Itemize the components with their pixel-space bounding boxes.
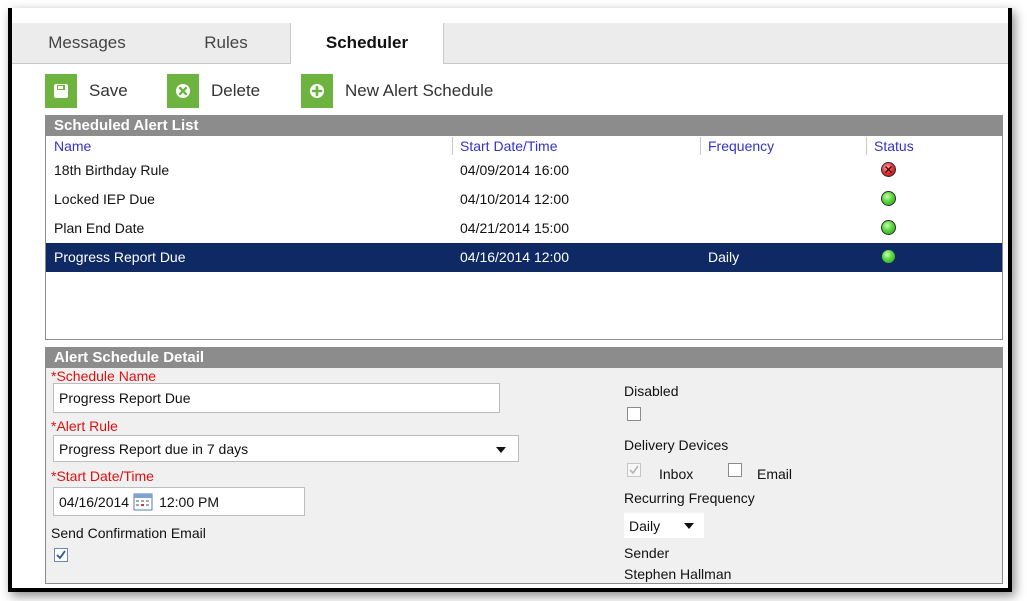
start-time-value: 12:00 PM [159,493,220,510]
alert-rule-select[interactable]: Progress Report due in 7 days [53,435,519,462]
email-checkbox[interactable] [728,463,742,477]
tab-messages[interactable]: Messages [12,23,162,63]
recurring-frequency-value: Daily [629,517,661,534]
start-date-time-input[interactable]: 04/16/2014 12:00 PM [53,487,305,516]
column-header-start[interactable]: Start Date/Time [460,137,558,155]
delivery-devices-label: Delivery Devices [624,437,729,453]
tab-bar: Messages Rules Scheduler [12,23,1008,64]
table-row-selected[interactable]: Progress Report Due 04/16/2014 12:00 Dai… [46,243,1002,272]
new-alert-schedule-label: New Alert Schedule [345,81,494,100]
send-confirmation-checkbox[interactable] [54,548,68,562]
column-divider [452,137,453,155]
table-row[interactable]: Locked IEP Due 04/10/2014 12:00 [46,185,1002,214]
sender-label: Sender [624,545,670,561]
row-start: 04/16/2014 12:00 [460,249,569,265]
row-start: 04/10/2014 12:00 [460,191,569,207]
column-header-frequency[interactable]: Frequency [708,137,774,155]
row-name: Locked IEP Due [54,191,155,207]
row-name: Progress Report Due [54,249,186,265]
column-divider [700,137,701,155]
status-error-icon [881,162,896,177]
email-label: Email [757,466,793,482]
schedule-name-value: Progress Report Due [59,390,191,406]
send-confirmation-label: Send Confirmation Email [51,525,206,541]
column-divider [866,137,867,155]
schedule-name-input[interactable]: Progress Report Due [53,383,500,413]
app-window: Messages Rules Scheduler Save Delete New… [8,8,1012,592]
disabled-label: Disabled [624,383,679,399]
row-start: 04/21/2014 15:00 [460,220,569,236]
inbox-checkbox[interactable] [627,463,641,477]
status-active-icon [881,191,896,206]
column-header-name[interactable]: Name [54,137,91,155]
chevron-down-icon [684,523,694,529]
alert-schedule-detail-panel: Alert Schedule Detail *Schedule Name Pro… [45,347,1003,584]
tab-scheduler[interactable]: Scheduler [290,23,444,64]
scheduled-alert-list-title: Scheduled Alert List [46,116,1002,136]
column-header-status[interactable]: Status [874,137,914,155]
disabled-checkbox[interactable] [627,407,641,421]
status-active-icon [881,249,896,264]
save-label: Save [89,81,128,100]
table-row[interactable]: Plan End Date 04/21/2014 15:00 [46,214,1002,243]
save-icon [45,74,77,108]
table-row[interactable]: 18th Birthday Rule 04/09/2014 16:00 [46,156,1002,185]
recurring-frequency-label: Recurring Frequency [624,490,755,506]
alert-rule-value: Progress Report due in 7 days [59,440,249,457]
alert-schedule-detail-title: Alert Schedule Detail [46,348,1002,368]
start-date-time-label: *Start Date/Time [51,468,154,484]
new-alert-schedule-button[interactable]: New Alert Schedule [301,74,493,108]
row-name: 18th Birthday Rule [54,162,170,178]
delete-button[interactable]: Delete [167,74,260,108]
calendar-icon[interactable] [133,492,153,511]
schedule-name-label: *Schedule Name [51,368,157,384]
alert-rule-label: *Alert Rule [51,418,118,434]
scheduled-alert-list-panel: Scheduled Alert List Name Start Date/Tim… [45,115,1003,340]
status-active-icon [881,220,896,235]
recurring-frequency-select[interactable]: Daily [624,513,704,538]
chevron-down-icon [496,447,506,453]
delete-label: Delete [211,81,261,100]
row-frequency: Daily [708,249,740,265]
sender-value: Stephen Hallman [624,566,732,582]
start-date-value: 04/16/2014 [59,493,130,510]
detail-form: *Schedule Name Progress Report Due *Aler… [46,368,1002,583]
row-start: 04/09/2014 16:00 [460,162,569,178]
tab-rules[interactable]: Rules [162,23,290,63]
row-name: Plan End Date [54,220,145,236]
delete-icon [167,74,199,108]
save-button[interactable]: Save [45,74,128,108]
add-icon [301,74,333,108]
inbox-label: Inbox [659,466,694,482]
